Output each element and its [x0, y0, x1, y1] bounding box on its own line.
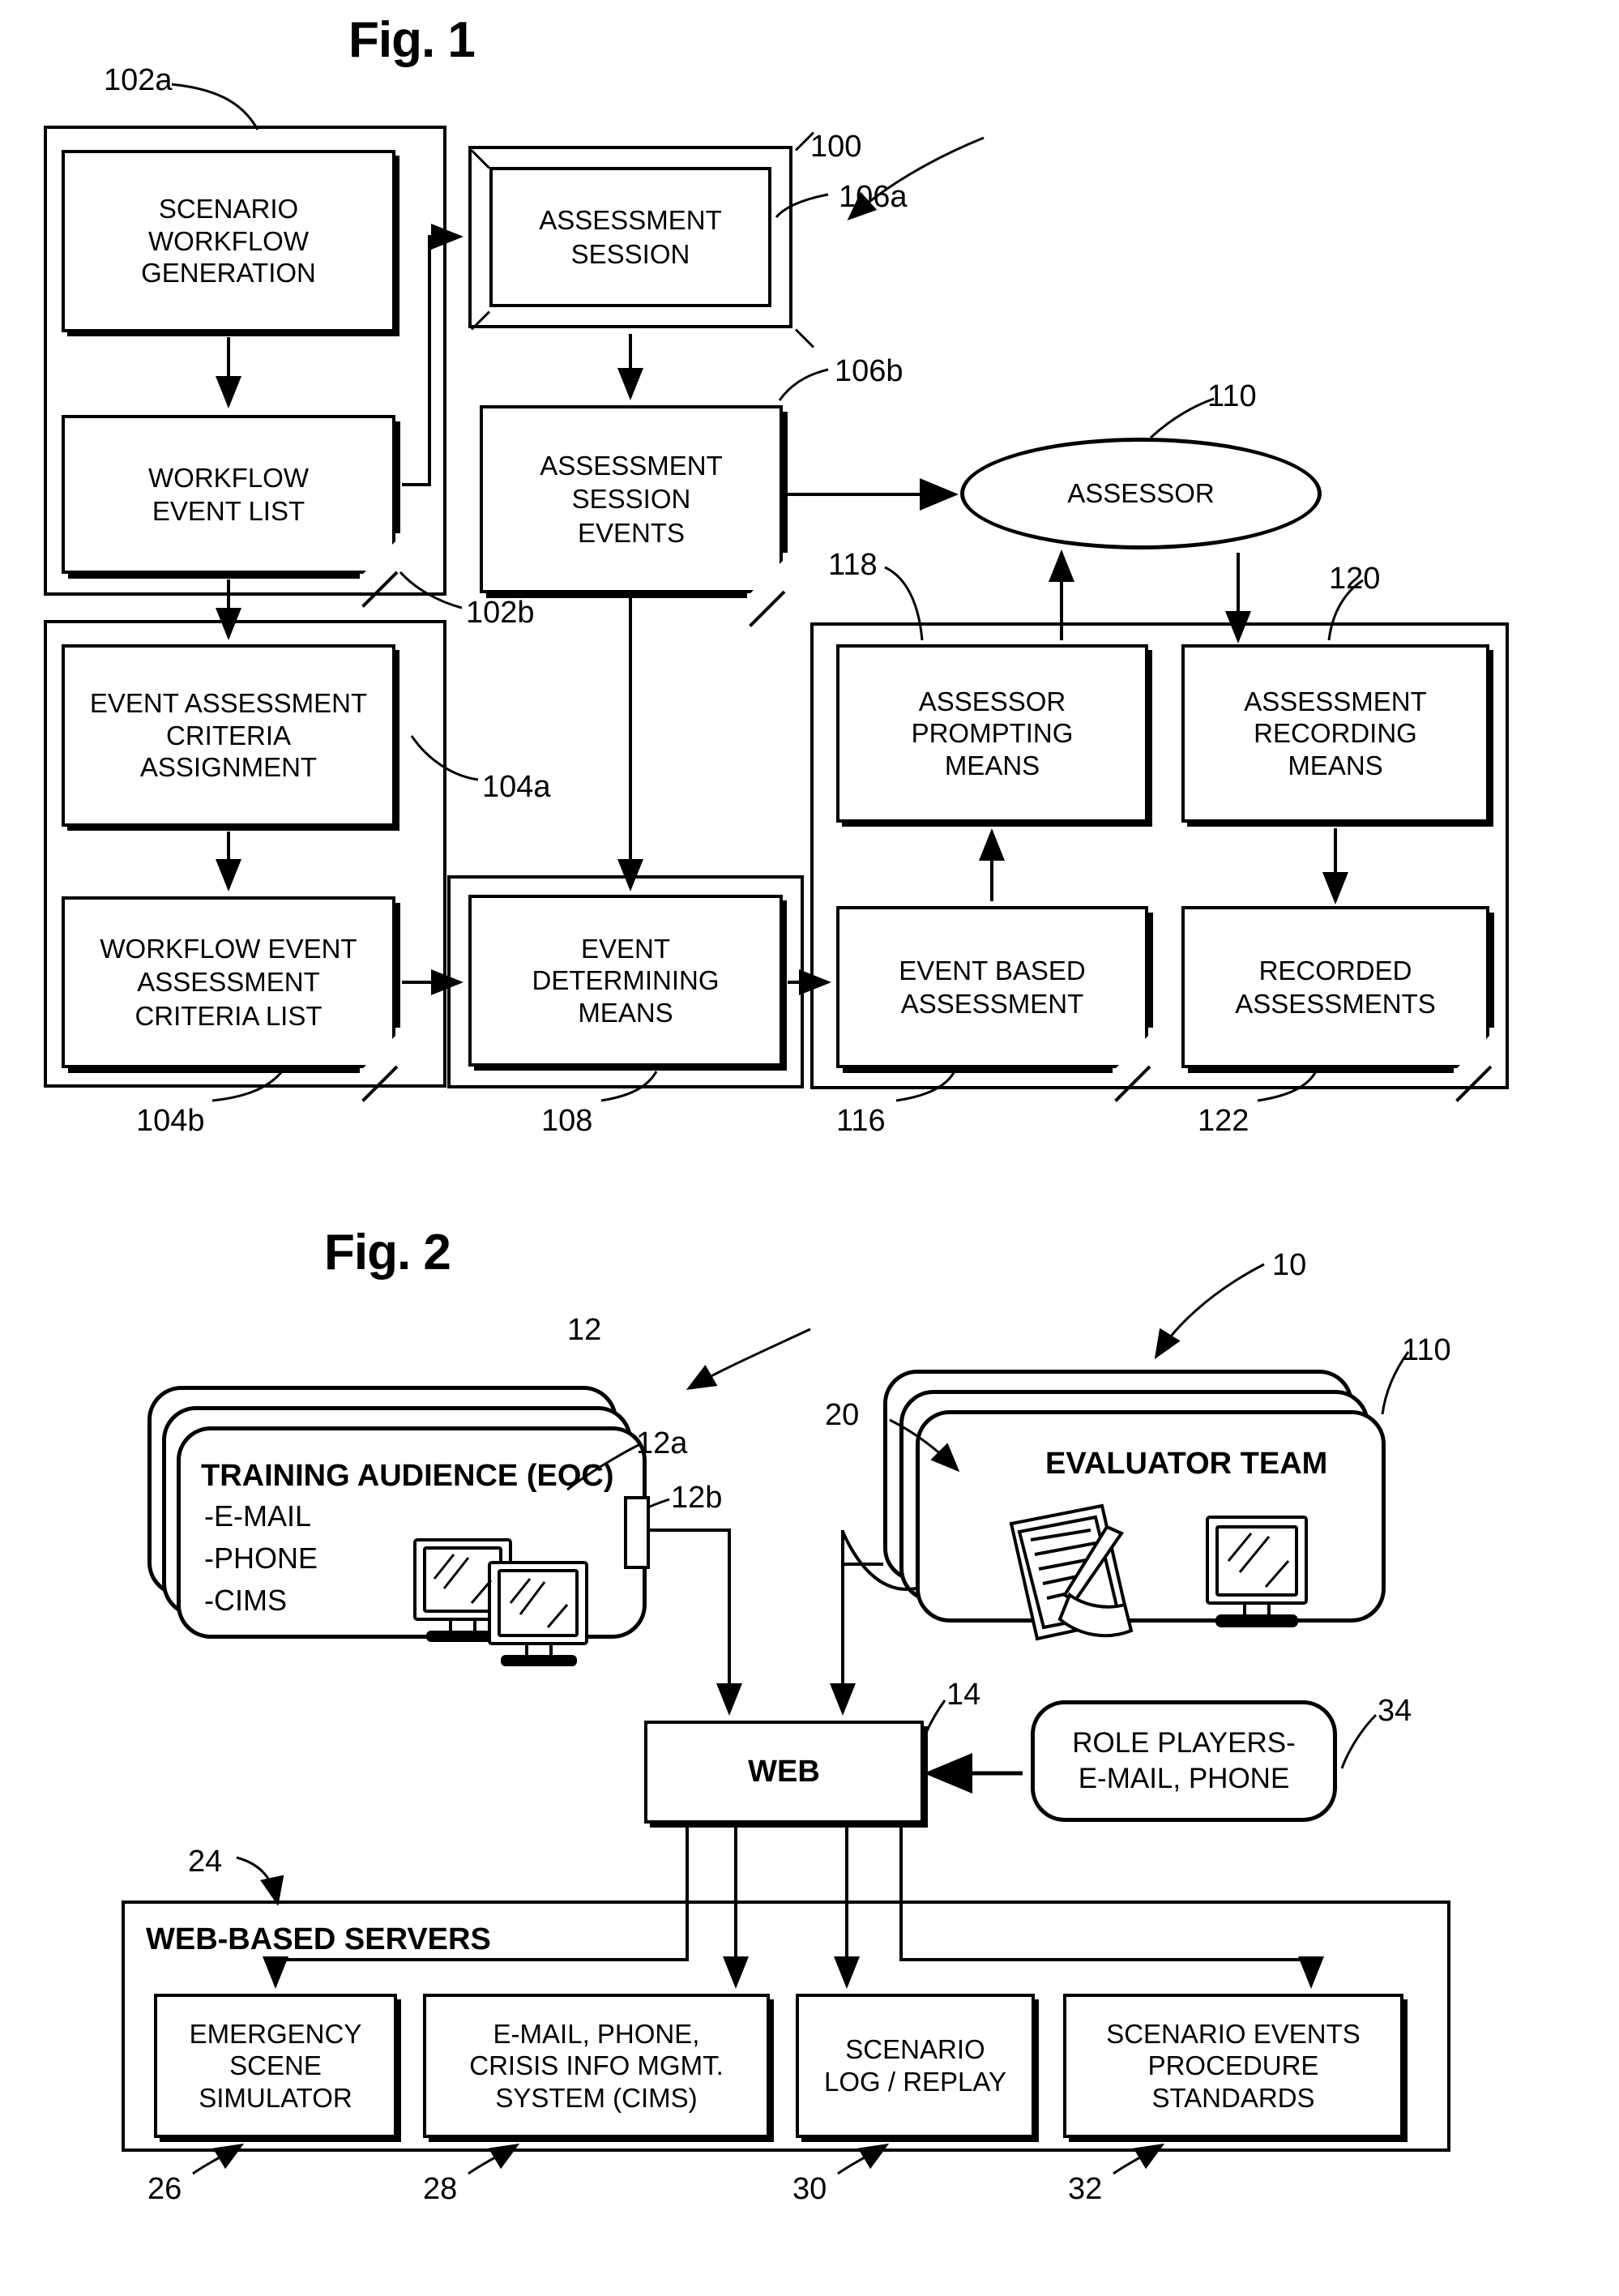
node-recorded-assessments: RECORDED ASSESSMENTS [1181, 906, 1494, 1102]
node-role-players-label: ROLE PLAYERS- E-MAIL, PHONE [1072, 1727, 1296, 1794]
node-role-players: ROLE PLAYERS- E-MAIL, PHONE [1031, 1700, 1337, 1822]
node-event-determining-means: EVENT DETERMINING MEANS [468, 895, 783, 1067]
node-recorded-assessments-label: RECORDED ASSESSMENTS [1235, 955, 1436, 1019]
node-workflow-event-list: WORKFLOW EVENT LIST [62, 415, 400, 608]
ref-30: 30 [792, 2172, 827, 2206]
ref-104b: 104b [136, 1104, 205, 1138]
node-event-assessment-criteria-assignment-label: EVENT ASSESSMENT CRITERIA ASSIGNMENT [89, 688, 368, 783]
ref-32: 32 [1068, 2172, 1103, 2206]
ref-100: 100 [810, 130, 862, 164]
ref-10: 10 [1272, 1248, 1307, 1282]
node-scenario-events-procedure-standards-label: SCENARIO EVENTS PROCEDURE STANDARDS [1106, 2018, 1361, 2113]
ref-116: 116 [836, 1104, 886, 1138]
node-workflow-event-assessment-criteria-list-label: WORKFLOW EVENT ASSESSMENT CRITERIA LIST [100, 934, 357, 1031]
ref-14: 14 [946, 1678, 981, 1712]
ref-34: 34 [1378, 1694, 1412, 1728]
ref-108: 108 [541, 1104, 593, 1138]
node-assessment-session-label: ASSESSMENT SESSION [539, 205, 722, 269]
node-event-determining-means-label: EVENT DETERMINING MEANS [532, 933, 720, 1028]
node-assessment-session-events: ASSESSMENT SESSION EVENTS [480, 405, 788, 627]
ref-12b: 12b [671, 1481, 723, 1515]
node-assessment-recording-means-label: ASSESSMENT RECORDING MEANS [1244, 686, 1427, 780]
patent-drawing-sheet: Fig. 1 SCENARIO WORKFLOW GENERATION WORK… [0, 0, 1619, 2296]
figure-1-title: Fig. 1 [348, 12, 476, 68]
node-scenario-events-procedure-standards: SCENARIO EVENTS PROCEDURE STANDARDS [1063, 1994, 1403, 2138]
ref-12: 12 [567, 1313, 602, 1347]
training-audience-title: TRAINING AUDIENCE (EOC) [201, 1459, 614, 1493]
ref-122: 122 [1198, 1104, 1249, 1138]
evaluator-team-title: EVALUATOR TEAM [1045, 1447, 1328, 1481]
training-audience-item-phone: -PHONE [204, 1541, 318, 1575]
ref-118: 118 [828, 548, 878, 582]
node-event-assessment-criteria-assignment: EVENT ASSESSMENT CRITERIA ASSIGNMENT [62, 644, 395, 827]
node-scenario-log-replay: SCENARIO LOG / REPLAY [796, 1994, 1035, 2138]
node-assessor-label: ASSESSOR [1067, 478, 1215, 508]
node-assessor-prompting-means-label: ASSESSOR PROMPTING MEANS [911, 686, 1074, 780]
node-assessment-session: ASSESSMENT SESSION [468, 131, 814, 348]
training-audience-item-cims: -CIMS [204, 1584, 287, 1617]
figure-2-title: Fig. 2 [324, 1225, 451, 1281]
ref-28: 28 [423, 2172, 458, 2206]
ref-106b: 106b [835, 354, 903, 388]
ref-110-fig2: 110 [1402, 1333, 1451, 1367]
ref-26: 26 [147, 2172, 182, 2206]
node-workflow-event-assessment-criteria-list: WORKFLOW EVENT ASSESSMENT CRITERIA LIST [62, 896, 400, 1102]
ref-120: 120 [1329, 562, 1381, 596]
evaluator-team-card-front [916, 1410, 1386, 1623]
ref-24: 24 [188, 1845, 223, 1879]
node-event-based-assessment: EVENT BASED ASSESSMENT [836, 906, 1153, 1102]
node-assessor: ASSESSOR [960, 438, 1322, 549]
node-cims-label: E-MAIL, PHONE, CRISIS INFO MGMT. SYSTEM … [469, 2018, 724, 2113]
node-workflow-event-list-label: WORKFLOW EVENT LIST [148, 462, 309, 526]
node-cims: E-MAIL, PHONE, CRISIS INFO MGMT. SYSTEM … [423, 1994, 770, 2138]
node-web: WEB [644, 1721, 924, 1824]
ref-102a: 102a [104, 63, 173, 97]
node-emergency-scene-simulator-label: EMERGENCY SCENE SIMULATOR [189, 2018, 362, 2113]
ref-104a: 104a [482, 770, 551, 804]
node-event-based-assessment-label: EVENT BASED ASSESSMENT [899, 955, 1086, 1019]
node-assessment-session-events-label: ASSESSMENT SESSION EVENTS [540, 451, 723, 548]
training-audience-item-email: -E-MAIL [204, 1499, 312, 1533]
ref-106a: 106a [839, 180, 908, 214]
node-web-label: WEB [748, 1754, 820, 1789]
node-scenario-log-replay-label: SCENARIO LOG / REPLAY [824, 2034, 1006, 2097]
node-scenario-workflow-generation: SCENARIO WORKFLOW GENERATION [62, 150, 395, 332]
node-emergency-scene-simulator: EMERGENCY SCENE SIMULATOR [154, 1994, 397, 2138]
node-assessor-prompting-means: ASSESSOR PROMPTING MEANS [836, 644, 1148, 823]
ref-102b: 102b [466, 596, 535, 630]
web-based-servers-title: WEB-BASED SERVERS [146, 1922, 491, 1956]
ref-20: 20 [825, 1398, 860, 1432]
ref-110-fig1: 110 [1207, 379, 1257, 413]
node-assessment-recording-means: ASSESSMENT RECORDING MEANS [1181, 644, 1489, 823]
node-scenario-workflow-generation-label: SCENARIO WORKFLOW GENERATION [141, 194, 316, 289]
ref-12a: 12a [636, 1426, 688, 1460]
